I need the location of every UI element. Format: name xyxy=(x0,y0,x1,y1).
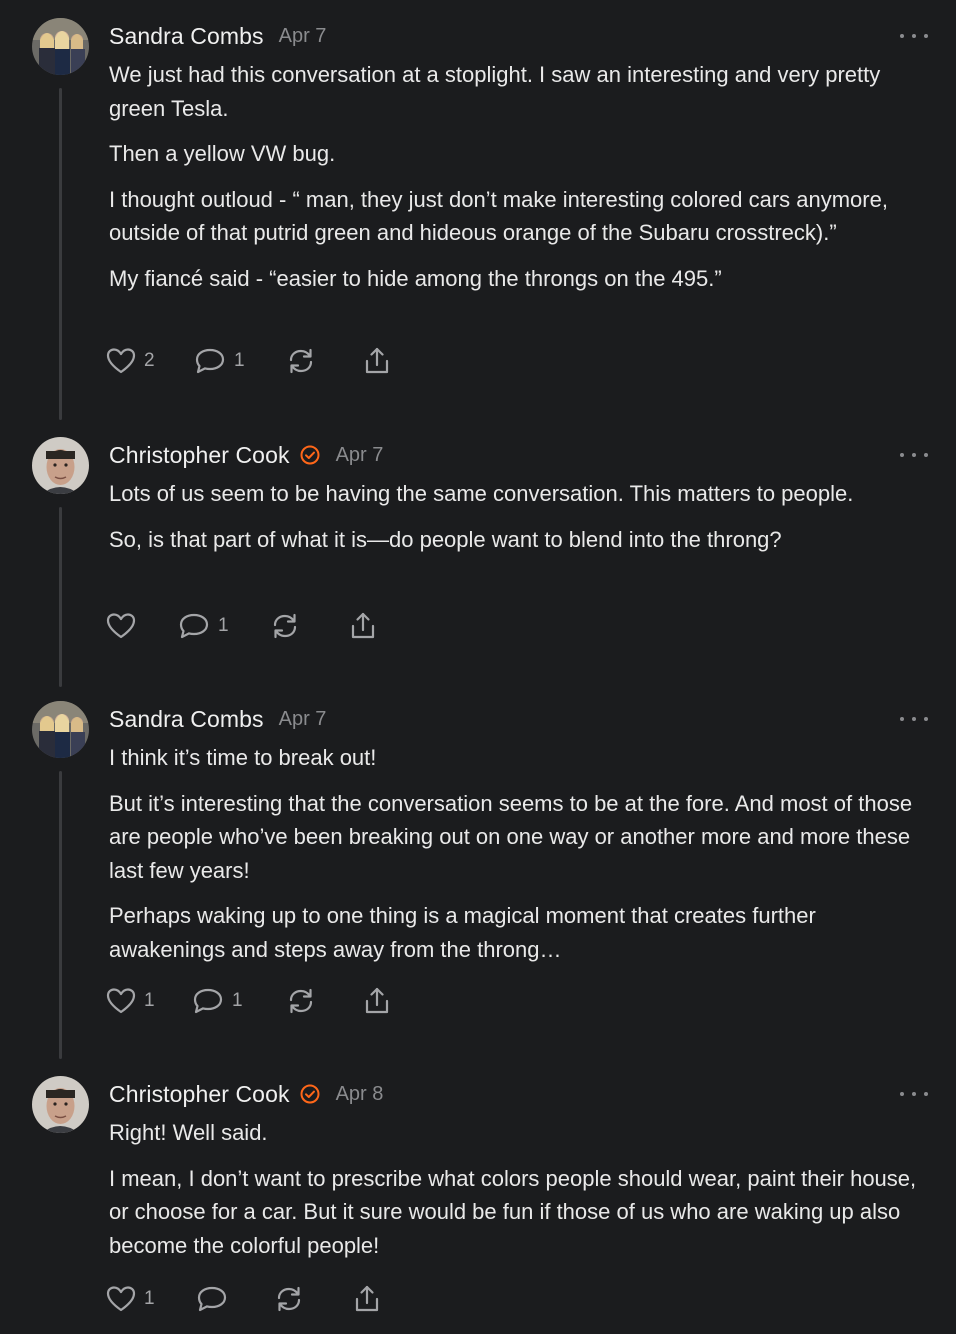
like-count: 1 xyxy=(144,990,155,1011)
avatar[interactable] xyxy=(32,18,89,75)
comment-header: Sandra Combs Apr 7 xyxy=(109,20,326,52)
like-button[interactable]: 1 xyxy=(106,1285,196,1313)
thread-line xyxy=(59,507,62,687)
restack-button[interactable] xyxy=(270,611,348,641)
reply-count: 1 xyxy=(234,350,245,371)
comment-actions: 1 xyxy=(106,609,378,643)
heart-icon xyxy=(106,348,136,374)
comment-paragraph: But it’s interesting that the conversati… xyxy=(109,790,913,883)
restack-arrows-icon xyxy=(289,348,313,374)
comment-date[interactable]: Apr 7 xyxy=(336,444,384,467)
like-button[interactable]: 2 xyxy=(106,347,194,375)
share-button[interactable] xyxy=(362,986,392,1016)
comment: Sandra Combs Apr 7 We just had this conv… xyxy=(0,18,956,420)
heart-icon xyxy=(106,613,136,639)
thread-line xyxy=(59,771,62,1059)
speech-bubble-icon xyxy=(195,348,225,374)
comment-actions: 1 xyxy=(106,1282,382,1316)
reply-button[interactable]: 1 xyxy=(194,347,286,375)
comment-body: Lots of us seem to be having the same co… xyxy=(109,477,924,568)
speech-bubble-icon xyxy=(179,613,209,639)
comment-paragraph: So, is that part of what it is—do people… xyxy=(109,526,782,552)
checkmark-badge-icon xyxy=(300,1084,320,1104)
share-button[interactable] xyxy=(352,1284,382,1314)
avatar[interactable] xyxy=(32,1076,89,1133)
comment-paragraph: My fiancé said - “easier to hide among t… xyxy=(109,265,722,291)
comment-date[interactable]: Apr 8 xyxy=(336,1083,384,1106)
comment-paragraph: Then a yellow VW bug. xyxy=(109,141,336,166)
comment: Christopher Cook Apr 7 Lots of us seem t… xyxy=(0,437,956,687)
comment-paragraph: Lots of us seem to be having the same co… xyxy=(109,481,854,506)
author-name[interactable]: Christopher Cook xyxy=(109,1081,290,1108)
comment-paragraph: Right! Well said. xyxy=(109,1120,268,1145)
heart-icon xyxy=(106,988,136,1014)
comment-paragraph: Perhaps waking up to one thing is a magi… xyxy=(109,903,816,962)
speech-bubble-icon xyxy=(193,988,223,1014)
heart-icon xyxy=(106,1286,136,1312)
restack-arrows-icon xyxy=(277,1286,301,1312)
ellipsis-icon xyxy=(900,717,904,721)
reply-button[interactable] xyxy=(196,1285,274,1313)
restack-arrows-icon xyxy=(289,988,313,1014)
comment-date[interactable]: Apr 7 xyxy=(279,25,327,48)
restack-button[interactable] xyxy=(286,986,362,1016)
like-button[interactable]: 1 xyxy=(106,987,192,1015)
comment-header: Sandra Combs Apr 7 xyxy=(109,703,326,735)
author-name[interactable]: Christopher Cook xyxy=(109,442,290,469)
reply-button[interactable]: 1 xyxy=(178,612,270,640)
ellipsis-icon xyxy=(900,1092,904,1096)
ellipsis-icon xyxy=(900,34,904,38)
thread-line xyxy=(59,88,62,420)
share-upload-icon xyxy=(365,987,389,1014)
comment-paragraph: We just had this conversation at a stopl… xyxy=(109,62,881,121)
comment-body: I think it’s time to break out! But it’s… xyxy=(109,741,924,978)
comment-paragraph: I think it’s time to break out! xyxy=(109,745,377,770)
comment-body: Right! Well said. I mean, I don’t want t… xyxy=(109,1116,924,1274)
ellipsis-icon xyxy=(900,453,904,457)
more-options-button[interactable] xyxy=(900,445,928,465)
more-options-button[interactable] xyxy=(900,1084,928,1104)
comment-body: We just had this conversation at a stopl… xyxy=(109,58,924,307)
like-count: 1 xyxy=(144,1288,155,1309)
avatar[interactable] xyxy=(32,701,89,758)
comment-actions: 1 1 xyxy=(106,984,392,1018)
reply-count: 1 xyxy=(218,615,229,636)
comment-paragraph: I thought outloud - “ man, they just don… xyxy=(109,186,888,246)
reply-button[interactable]: 1 xyxy=(192,987,286,1015)
comment-date[interactable]: Apr 7 xyxy=(279,708,327,731)
restack-arrows-icon xyxy=(273,613,297,639)
share-button[interactable] xyxy=(348,611,378,641)
reply-count: 1 xyxy=(232,990,243,1011)
comment-header: Christopher Cook Apr 8 xyxy=(109,1078,383,1110)
more-options-button[interactable] xyxy=(900,26,928,46)
comment: Christopher Cook Apr 8 Right! Well said.… xyxy=(0,1076,956,1334)
restack-button[interactable] xyxy=(286,346,362,376)
share-upload-icon xyxy=(365,347,389,374)
speech-bubble-icon xyxy=(197,1286,227,1312)
share-upload-icon xyxy=(351,612,375,639)
comment-actions: 2 1 xyxy=(106,344,392,378)
checkmark-badge-icon xyxy=(300,445,320,465)
comment-paragraph: I mean, I don’t want to prescribe what c… xyxy=(109,1165,917,1258)
more-options-button[interactable] xyxy=(900,709,928,729)
share-button[interactable] xyxy=(362,346,392,376)
author-name[interactable]: Sandra Combs xyxy=(109,706,264,733)
comment-header: Christopher Cook Apr 7 xyxy=(109,439,383,471)
like-button[interactable] xyxy=(106,612,178,640)
like-count: 2 xyxy=(144,350,155,371)
restack-button[interactable] xyxy=(274,1284,352,1314)
share-upload-icon xyxy=(355,1285,379,1312)
avatar[interactable] xyxy=(32,437,89,494)
comment: Sandra Combs Apr 7 I think it’s time to … xyxy=(0,701,956,1061)
author-name[interactable]: Sandra Combs xyxy=(109,23,264,50)
